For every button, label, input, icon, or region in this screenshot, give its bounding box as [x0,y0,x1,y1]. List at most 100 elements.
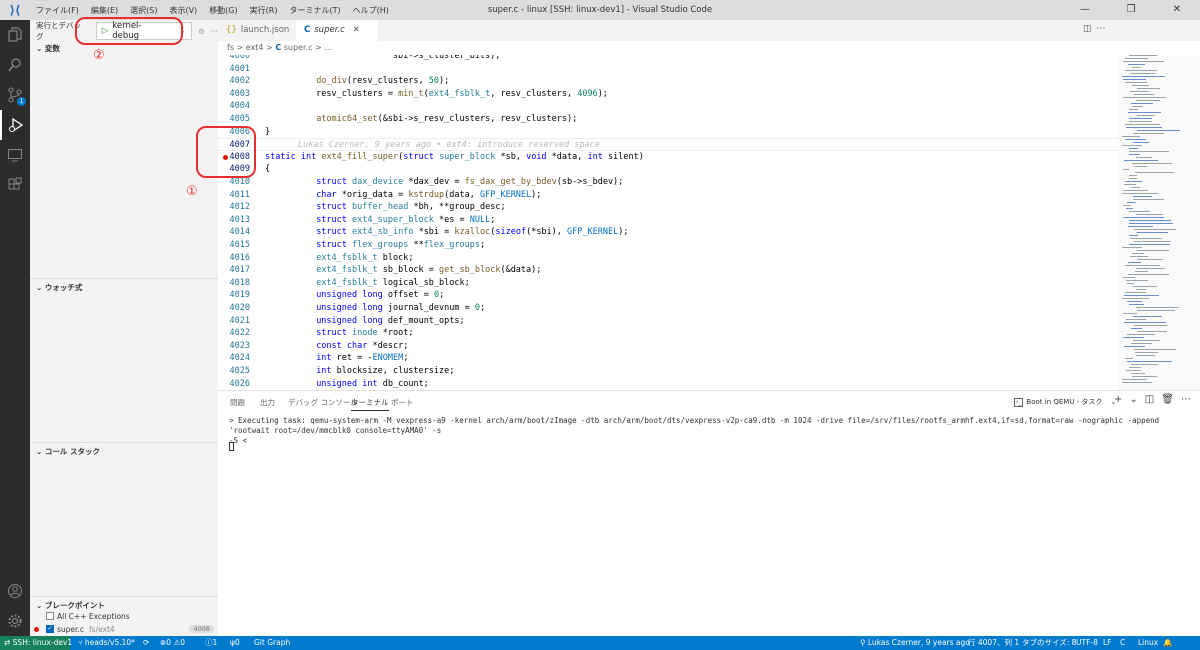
breadcrumb-fs[interactable]: fs [227,43,234,52]
close-tab-icon[interactable]: ✕ [353,25,360,35]
line-number[interactable]: 4016 [218,252,250,265]
line-number[interactable]: 4024 [218,352,250,365]
code-line[interactable]: 4000 sbi->s_cluster_bits); [218,55,1118,63]
tab-super-c[interactable]: Csuper.c ✕ [296,20,378,41]
tab-output[interactable]: 出力 [260,397,275,408]
tab-ports[interactable]: ポート [391,397,414,408]
line-number[interactable]: 4023 [218,340,250,353]
trash-icon[interactable]: 🗑 [1161,394,1174,405]
code-line[interactable]: 4010 struct dax_device *dax_dev = fs_dax… [218,176,1118,189]
maximize-button[interactable]: ❐ [1108,0,1154,20]
code-line[interactable]: 4003 resv_clusters = min_t(ext4_fsblk_t,… [218,88,1118,101]
line-number[interactable]: 4020 [218,302,250,315]
code-line[interactable]: 4014 struct ext4_sb_info *sbi = kzalloc(… [218,226,1118,239]
breadcrumb-symbol[interactable]: ... [324,43,332,52]
minimap[interactable] [1118,55,1200,390]
close-button[interactable]: ✕ [1154,0,1200,20]
code-line[interactable]: 4016 ext4_fsblk_t block; [218,252,1118,265]
code-line[interactable]: 4026 unsigned int db_count; [218,378,1118,390]
new-terminal-plus-icon[interactable]: + [1114,394,1122,405]
terminal-output[interactable]: > Executing task: qemu-system-arm -M vex… [229,416,1189,446]
code-line[interactable]: 4017 ext4_fsblk_t sb_block = get_sb_bloc… [218,264,1118,277]
code-line[interactable]: 4007 Lukas Czerner, 9 years ago • ext4: i… [218,138,1118,151]
code-line[interactable]: 4020 unsigned long journal_devnum = 0; [218,302,1118,315]
line-number[interactable]: 4000 [218,55,250,63]
tab-size[interactable]: タブのサイズ: 8 [1022,636,1076,650]
code-line[interactable]: 4012 struct buffer_head *bh, **group_des… [218,201,1118,214]
code-line[interactable]: 4021 unsigned long def_mount_opts; [218,315,1118,328]
bp-super-c[interactable]: ✓ super.c fs/ext4 4008 [34,623,214,635]
line-number[interactable]: 4001 [218,63,250,76]
code-line[interactable]: 4011 char *orig_data = kstrdup(data, GFP… [218,189,1118,202]
code-line[interactable]: 4019 unsigned long offset = 0; [218,289,1118,302]
line-number[interactable]: 4017 [218,264,250,277]
line-number[interactable]: 4026 [218,378,250,390]
remote-indicator[interactable]: ⇄ SSH: linux-dev1 [0,636,72,650]
line-number[interactable]: 4014 [218,226,250,239]
blame-indicator[interactable]: ⚲ Lukas Czerner, 9 years ago [860,636,970,650]
more-actions-icon[interactable]: ⋯ [1097,24,1111,34]
cursor-position[interactable]: 行 4007、列 1 [968,636,1019,650]
menu-file[interactable]: ファイル(F) [30,5,85,16]
menu-selection[interactable]: 選択(S) [124,5,163,16]
tab-launch-json[interactable]: {} launch.json [218,20,296,41]
run-debug-icon[interactable] [0,110,30,140]
code-line[interactable]: 4008 static int ext4_fill_super(struct su… [218,151,1118,164]
ports-indicator[interactable]: ψ0 [230,636,240,650]
line-number[interactable]: 4005 [218,113,250,126]
search-icon[interactable] [0,50,30,80]
minimize-button[interactable]: — [1062,0,1108,20]
code-line[interactable]: 4001 [218,63,1118,76]
bp-all-cpp-exceptions[interactable]: All C++ Exceptions [46,610,130,622]
explorer-icon[interactable] [0,20,30,50]
problems-indicator[interactable]: ⊗0 ⚠0 [160,636,185,650]
code-line[interactable]: 4015 struct flex_groups **flex_groups; [218,239,1118,252]
more-actions-icon[interactable]: ⋯ [1181,394,1191,405]
code-line[interactable]: 4022 struct inode *root; [218,327,1118,340]
encoding[interactable]: UTF-8 [1076,636,1098,650]
code-editor[interactable]: 4000 sbi->s_cluster_bits); 4001 4002 do_di… [218,55,1118,390]
line-number[interactable]: 4013 [218,214,250,227]
settings-gear-icon[interactable] [0,606,30,636]
notifications-icon[interactable]: 🔔 [1163,636,1172,650]
line-number[interactable]: 4019 [218,289,250,302]
split-editor-icon[interactable]: ◫ [1083,24,1097,34]
code-line[interactable]: 4025 int blocksize, clustersize; [218,365,1118,378]
source-control-icon[interactable]: 1 [0,80,30,110]
code-line[interactable]: 4024 int ret = -ENOMEM; [218,352,1118,365]
menu-help[interactable]: ヘルプ(H) [347,5,395,16]
code-line[interactable]: 4006} [218,126,1118,139]
line-number[interactable]: 4004 [218,100,250,113]
code-line[interactable]: 4009{ [218,163,1118,176]
os-indicator[interactable]: Linux [1138,636,1158,650]
line-number[interactable]: 4011 [218,189,250,202]
info-indicator[interactable]: ⓘ1 [205,636,217,650]
branch-indicator[interactable]: ⑂ heads/v5.10* [78,636,135,650]
line-number[interactable]: 4025 [218,365,250,378]
account-icon[interactable] [0,576,30,606]
code-line[interactable]: 4023 const char *descr; [218,340,1118,353]
code-line[interactable]: 4013 struct ext4_super_block *es = NULL; [218,214,1118,227]
line-number[interactable]: 4012 [218,201,250,214]
menu-edit[interactable]: 編集(E) [85,5,124,16]
split-terminal-icon[interactable]: ◫ [1145,394,1154,405]
tab-terminal[interactable]: ターミナル [351,397,389,411]
line-number[interactable]: 4021 [218,315,250,328]
watch-section-header[interactable]: ⌄ ウォッチ式 [30,278,218,296]
line-number[interactable]: 4022 [218,327,250,340]
menu-run[interactable]: 実行(R) [244,5,284,16]
line-number[interactable]: 4015 [218,239,250,252]
remote-explorer-icon[interactable] [0,140,30,170]
git-graph-button[interactable]: Git Graph [254,636,290,650]
line-number[interactable]: 4002 [218,75,250,88]
callstack-section-header[interactable]: ⌄ コール スタック [30,442,218,460]
code-line[interactable]: 4004 [218,100,1118,113]
line-number[interactable]: 4003 [218,88,250,101]
terminal-selector[interactable]: ›_ Boot in QEMU - タスク ⌄ [1014,396,1116,408]
eol[interactable]: LF [1103,636,1112,650]
code-line[interactable]: 4002 do_div(resv_clusters, 50); [218,75,1118,88]
language-mode[interactable]: C [1120,636,1125,650]
code-line[interactable]: 4018 ext4_fsblk_t logical_sb_block; [218,277,1118,290]
more-actions-icon[interactable]: ··· [211,27,218,36]
line-number[interactable]: 4018 [218,277,250,290]
